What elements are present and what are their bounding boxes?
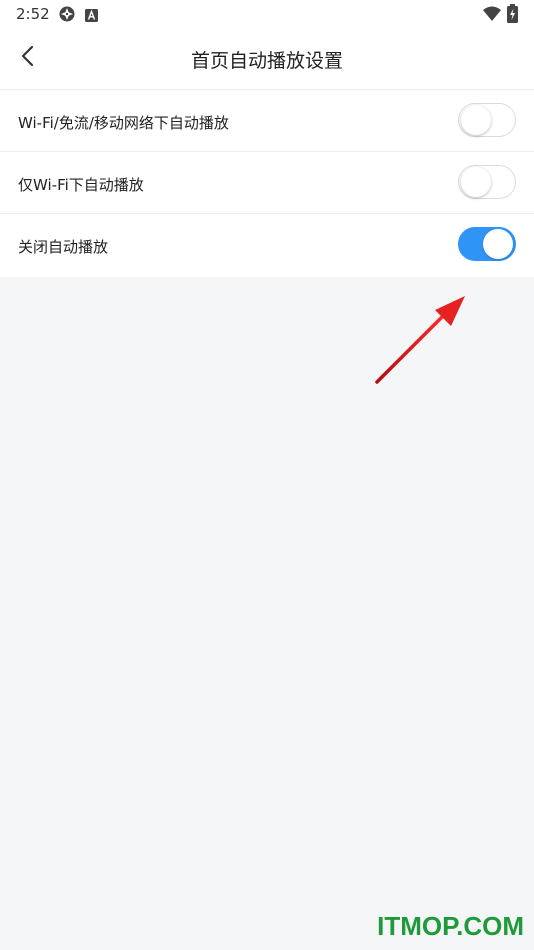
autoplay-wifi-only-toggle[interactable]: [458, 165, 516, 199]
annotation-arrow-icon: [375, 296, 465, 384]
toggle-knob: [461, 105, 491, 135]
setting-label: 仅Wi-Fi下自动播放: [18, 176, 144, 194]
setting-row-wifi-only[interactable]: 仅Wi-Fi下自动播放: [0, 152, 534, 214]
settings-list: Wi-Fi/免流/移动网络下自动播放 仅Wi-Fi下自动播放 关闭自动播放: [0, 90, 534, 277]
sync-icon: [58, 5, 76, 27]
battery-charging-icon: [507, 4, 518, 27]
header: 首页自动播放设置: [0, 28, 534, 90]
status-bar: 2:52: [0, 0, 534, 28]
watermark: ITMOP.COM: [377, 911, 524, 941]
setting-label: 关闭自动播放: [18, 238, 109, 256]
setting-label: Wi-Fi/免流/移动网络下自动播放: [18, 114, 229, 132]
status-time: 2:52: [16, 5, 50, 23]
wifi-icon: [483, 6, 501, 25]
setting-row-wifi-free-mobile[interactable]: Wi-Fi/免流/移动网络下自动播放: [0, 90, 534, 152]
toggle-knob: [461, 167, 491, 197]
autoplay-off-toggle[interactable]: [458, 227, 516, 261]
autoplay-all-networks-toggle[interactable]: [458, 103, 516, 137]
page-title: 首页自动播放设置: [190, 50, 343, 72]
toggle-knob: [483, 229, 513, 259]
a-badge-icon: [85, 7, 98, 26]
setting-row-autoplay-off[interactable]: 关闭自动播放: [0, 214, 534, 277]
